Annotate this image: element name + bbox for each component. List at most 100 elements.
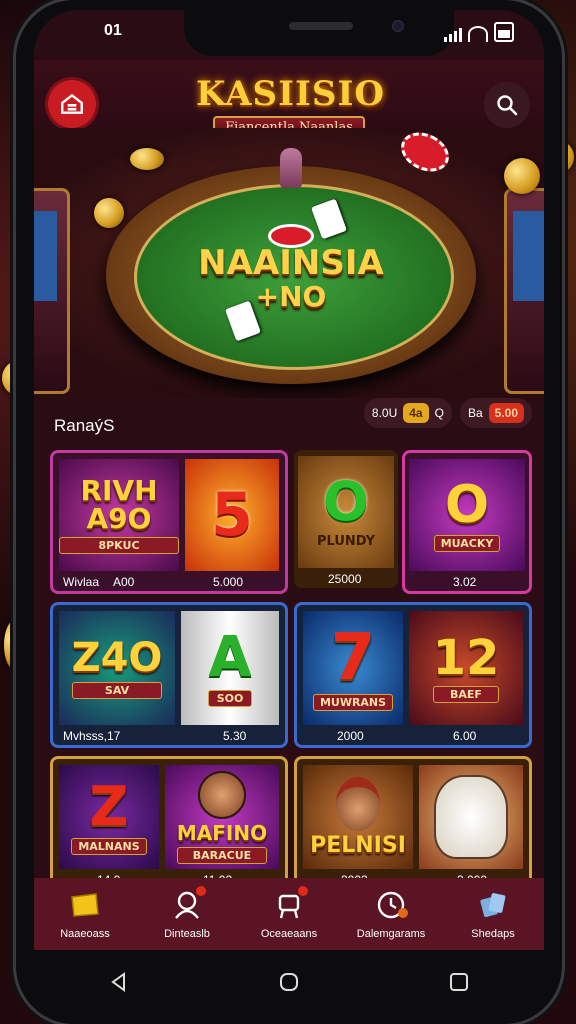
notification-badge <box>398 908 408 918</box>
poker-chip-decoration <box>394 128 456 179</box>
dog-mascot-icon <box>434 775 508 859</box>
back-icon[interactable] <box>107 970 131 994</box>
status-bar: 01 <box>34 20 544 50</box>
game-title: O <box>323 469 369 533</box>
game-title: 12 <box>432 629 500 686</box>
game-subtitle: BAEF <box>432 685 500 703</box>
ticket-icon <box>71 893 99 917</box>
game-title: O <box>444 474 490 535</box>
game-caption: Mvhsss,17 <box>63 729 121 743</box>
game-amount: 2000 <box>337 729 364 743</box>
coin-decoration <box>130 148 164 170</box>
nav-label: Oceaeaans <box>260 928 318 940</box>
avatar <box>336 777 380 831</box>
game-card[interactable]: RIVH A9O 8PKUC 5 Wivlaa A00 5.000 <box>50 450 288 594</box>
games-section: RanaýS 8.0U 4a Q Ba 5.00 RIVH A9O 8PKUC … <box>34 398 544 950</box>
game-title: A <box>208 624 252 690</box>
game-tile[interactable]: O MUACKY <box>409 459 525 571</box>
game-card[interactable]: PELNISI 3003 3.000 <box>294 756 532 892</box>
game-card[interactable]: 7 MUWRANS 12 BAEF 2000 6.00 <box>294 602 532 748</box>
game-title: PELNISI <box>310 833 406 858</box>
game-title: Z <box>89 774 129 838</box>
game-subtitle: MUWRANS <box>312 693 394 711</box>
nav-label: Shedaps <box>471 928 515 940</box>
nav-item-oceans[interactable]: Oceaeaans <box>238 878 340 950</box>
home-button[interactable] <box>48 80 96 128</box>
game-amount: 5.000 <box>213 575 244 589</box>
system-nav-bar <box>34 950 544 1014</box>
game-card[interactable]: O MUACKY 3.02 <box>402 450 532 594</box>
nav-item-tickets[interactable]: Naaeoass <box>34 878 136 950</box>
game-amount: 25000 <box>328 572 362 586</box>
home-icon <box>61 93 83 114</box>
nav-label: Naaeoass <box>60 928 110 940</box>
game-title: MAFINO <box>176 820 268 845</box>
hero-title: NAAINSIA +NO <box>154 246 428 314</box>
game-amount: A00 <box>113 575 135 589</box>
filter-bar: 8.0U 4a Q Ba 5.00 <box>363 398 532 428</box>
logo-text: KASIISIO <box>196 74 385 114</box>
filter-pill-left[interactable]: 8.0U 4a Q <box>363 398 452 428</box>
coin-decoration <box>94 198 124 228</box>
game-amount: 3.02 <box>453 575 477 589</box>
game-card[interactable]: Z4O SAV A SOO Mvhsss,17 5.30 <box>50 602 288 748</box>
hero-title-line2: +NO <box>255 280 327 313</box>
filter-right-badge: 5.00 <box>488 403 524 423</box>
bottom-nav: Naaeoass Dinteaslb Oceaeaans Dalemgarams… <box>34 878 544 950</box>
game-tile[interactable]: RIVH A9O 8PKUC <box>59 459 179 571</box>
game-subtitle: PLUNDY <box>316 533 376 549</box>
nav-label: Dinteaslb <box>164 928 210 940</box>
game-tile[interactable]: 12 BAEF <box>409 611 523 725</box>
signal-icon <box>444 26 462 42</box>
game-tile[interactable]: PELNISI <box>303 765 413 869</box>
game-tile[interactable]: 7 MUWRANS <box>303 611 403 725</box>
cards-icon <box>480 893 506 918</box>
game-caption: Wivlaa <box>63 575 100 589</box>
wifi-icon <box>468 26 488 42</box>
search-button[interactable] <box>484 82 530 128</box>
game-title: RIVH A9O <box>80 473 158 535</box>
game-tile[interactable]: Z4O SAV <box>59 611 175 725</box>
notification-badge <box>298 886 308 896</box>
game-subtitle: 8PKUC <box>59 536 179 554</box>
game-subtitle: BARACUE <box>176 846 268 864</box>
hero-title-line1: NAAINSIA <box>198 243 384 283</box>
home-nav-icon[interactable] <box>277 970 301 994</box>
game-subtitle: SOO <box>208 689 252 707</box>
game-title: 7 <box>330 620 376 695</box>
coin-decoration <box>504 158 540 194</box>
battery-icon <box>494 22 514 42</box>
recents-icon[interactable] <box>447 970 471 994</box>
status-icons <box>444 22 514 42</box>
nav-label: Dalemgarams <box>356 928 426 940</box>
game-card[interactable]: ZMALNANS MAFINOBARACUE 14.0 11.02 <box>50 756 288 892</box>
game-tile[interactable]: Z MALNANS <box>59 765 159 869</box>
game-title: Z4O <box>71 634 163 681</box>
game-subtitle: MALNANS <box>71 837 147 855</box>
notification-badge <box>196 886 206 896</box>
app-screen: 01 KASIISIO Fiancentla Naanlas <box>34 10 544 950</box>
game-subtitle: SAV <box>71 681 163 699</box>
avatar <box>197 770 246 819</box>
filter-left-suffix: Q <box>434 406 444 420</box>
hero-banner[interactable]: NAAINSIA +NO <box>34 128 544 398</box>
section-title: RanaýS <box>54 416 115 435</box>
nav-item-shedaps[interactable]: Shedaps <box>442 878 544 950</box>
game-tile[interactable] <box>419 765 523 869</box>
nav-item-dalemgarams[interactable]: Dalemgarams <box>340 878 442 950</box>
slot-machine-decoration <box>34 188 70 394</box>
game-tile[interactable]: A SOO <box>181 611 279 725</box>
filter-right-label: Ba <box>467 406 483 420</box>
game-tile[interactable]: 5 <box>185 459 279 571</box>
game-amount: 5.30 <box>223 729 247 743</box>
game-card[interactable]: O PLUNDY 25000 <box>294 450 398 588</box>
game-title: 5 <box>211 480 253 550</box>
search-icon <box>497 95 518 116</box>
nav-item-dinner[interactable]: Dinteaslb <box>136 878 238 950</box>
app-header: KASIISIO Fiancentla Naanlas <box>34 60 544 139</box>
game-tile[interactable]: O PLUNDY <box>298 456 394 568</box>
status-time: 01 <box>104 22 122 39</box>
game-tile[interactable]: MAFINO BARACUE <box>165 765 279 869</box>
filter-left-label: 8.0U <box>371 406 398 420</box>
filter-pill-right[interactable]: Ba 5.00 <box>459 398 532 428</box>
